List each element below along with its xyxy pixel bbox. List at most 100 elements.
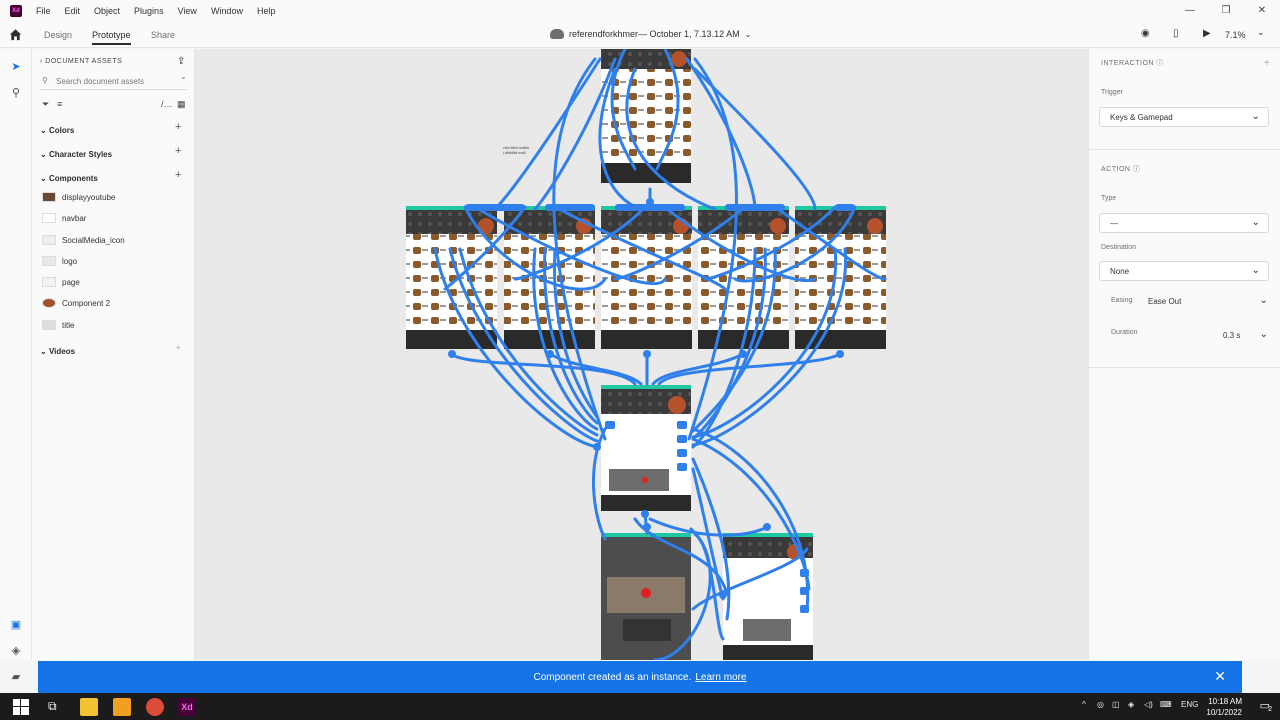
adobe-xd-icon[interactable]: Xd <box>178 698 196 716</box>
windows-start-icon[interactable] <box>13 699 29 715</box>
file-explorer-icon[interactable] <box>80 698 98 716</box>
menu-view[interactable]: View <box>178 6 197 16</box>
chevron-down-icon: ⌄ <box>1259 329 1268 340</box>
canvas-note: Ldfdfdffdl nsdll <box>503 151 526 155</box>
list-view-icon[interactable]: /… <box>161 99 173 109</box>
task-view-icon[interactable]: ⧉ <box>48 699 57 714</box>
language-indicator[interactable]: ENG <box>1181 700 1198 709</box>
chevron-down-icon: ⌄ <box>1251 111 1260 122</box>
divider <box>1089 149 1280 150</box>
trigger-label: Trigger <box>1101 89 1123 96</box>
minimize-button[interactable]: — <box>1172 0 1208 22</box>
duration-select[interactable]: 0.3 s ⌄ <box>1223 329 1268 340</box>
add-component-icon[interactable]: + <box>175 169 181 181</box>
destination-label: Destination <box>1101 244 1137 251</box>
component-thumbnail <box>42 192 56 202</box>
select-tool-icon[interactable]: ➤ <box>9 59 23 73</box>
left-tool-rail: ➤ ⚲ ▣ ◈ ▰ <box>0 49 32 683</box>
menu-edit[interactable]: Edit <box>65 6 81 16</box>
component-item[interactable]: displayyoutube <box>42 190 115 204</box>
zoom-level[interactable]: 7.1% <box>1225 30 1246 40</box>
filter-icon[interactable]: ⏷ <box>42 99 49 110</box>
menu-plugins[interactable]: Plugins <box>134 6 164 16</box>
type-select[interactable]: — ⌄ <box>1099 213 1269 233</box>
artboard[interactable] <box>601 206 692 349</box>
menu-file[interactable]: File <box>36 6 51 16</box>
assets-panel-icon[interactable]: ▣ <box>9 617 23 631</box>
component-thumbnail <box>42 256 56 266</box>
window-controls: — ❐ ✕ <box>1172 0 1280 22</box>
destination-select[interactable]: None ⌄ <box>1099 261 1269 281</box>
keyboard-icon[interactable]: ⌨ <box>1160 700 1172 709</box>
component-thumbnail <box>42 320 56 330</box>
close-window-button[interactable]: ✕ <box>1244 0 1280 22</box>
volume-icon[interactable]: ◁) <box>1144 700 1153 709</box>
chevron-down-icon: ⌄ <box>1251 265 1260 276</box>
network-icon[interactable]: ◈ <box>1128 700 1134 709</box>
windows-taskbar: ⧉ Xd ^ ◎ ◫ ◈ ◁) ⌨ ENG 10:18 AM 10/1/2022… <box>0 693 1280 720</box>
sort-icon[interactable]: ≡ <box>57 99 62 109</box>
easing-select[interactable]: Ease Out ⌄ <box>1148 295 1268 306</box>
toast-message: Component created as an instance. <box>533 671 692 683</box>
add-video-icon[interactable]: + <box>175 342 181 354</box>
document-title-dropdown[interactable]: referendforkhmer— October 1, 7.13.12 AM … <box>550 29 751 39</box>
notification-count: 2 <box>1268 706 1272 713</box>
close-icon[interactable]: ✕ <box>1214 668 1226 685</box>
chevron-down-icon: ⌄ <box>1259 295 1268 306</box>
component-item[interactable]: navbar <box>42 211 86 225</box>
section-character-styles[interactable]: ⌄ Character Styles <box>40 150 112 159</box>
search-input[interactable]: Search document assets <box>56 77 144 86</box>
clock-time: 10:18 AM <box>1208 697 1242 706</box>
clock-date: 10/1/2022 <box>1206 708 1242 717</box>
artboard[interactable] <box>601 385 691 511</box>
component-item[interactable]: SocialMedia_icon <box>42 233 125 247</box>
tray-icon[interactable]: ◫ <box>1112 700 1120 709</box>
section-videos[interactable]: ⌄ Videos <box>40 347 75 356</box>
zoom-chevron-icon[interactable]: ⌄ <box>1257 27 1265 38</box>
user-icon[interactable]: ◉ <box>1141 28 1150 39</box>
menu-object[interactable]: Object <box>94 6 120 16</box>
add-character-style-icon[interactable]: + <box>175 145 181 157</box>
tab-share[interactable]: Share <box>151 30 175 40</box>
restore-button[interactable]: ❐ <box>1208 0 1244 22</box>
search-chevron-icon[interactable]: ⌄ <box>180 72 187 81</box>
app-icon[interactable] <box>113 698 131 716</box>
menu-help[interactable]: Help <box>257 6 276 16</box>
component-item[interactable]: title <box>42 318 74 332</box>
chevron-down-icon: ⌄ <box>1251 217 1260 228</box>
artboard[interactable] <box>601 533 691 660</box>
zoom-tool-icon[interactable]: ⚲ <box>9 85 23 99</box>
tab-design[interactable]: Design <box>44 30 72 40</box>
back-chevron-icon[interactable]: ‹ <box>40 58 43 65</box>
search-assets[interactable]: ⚲ Search document assets ⌄ <box>40 72 187 90</box>
section-colors[interactable]: ⌄ Colors <box>40 126 74 135</box>
xd-app-icon: Xd <box>10 5 22 17</box>
tray-icon[interactable]: ◎ <box>1097 700 1104 709</box>
device-preview-icon[interactable]: ▯ <box>1173 28 1179 39</box>
component-item[interactable]: Component 2 <box>42 296 110 310</box>
add-interaction-icon[interactable]: + <box>1264 58 1270 69</box>
system-clock[interactable]: 10:18 AM 10/1/2022 <box>1206 696 1242 718</box>
component-item[interactable]: page <box>42 275 80 289</box>
type-label: Type <box>1101 195 1117 202</box>
prototype-canvas[interactable]: cfbd fdbd reddfdl Ldfdfdffdl nsdll <box>195 49 1088 660</box>
plugins-panel-icon[interactable]: ▰ <box>9 669 23 683</box>
tray-chevron-icon[interactable]: ^ <box>1082 700 1086 709</box>
grid-view-icon[interactable]: ▦ <box>177 99 186 110</box>
component-item[interactable]: logo <box>42 254 77 268</box>
chrome-icon[interactable] <box>146 698 164 716</box>
trigger-select[interactable]: Keys & Gamepad ⌄ <box>1099 107 1269 127</box>
add-color-icon[interactable]: + <box>175 121 181 133</box>
menu-window[interactable]: Window <box>211 6 243 16</box>
home-icon[interactable] <box>9 28 22 41</box>
learn-more-link[interactable]: Learn more <box>695 672 746 683</box>
cloud-icon <box>550 29 564 39</box>
document-assets-panel: ‹ DOCUMENT ASSETS ⇪ ⚲ Search document as… <box>32 49 195 660</box>
artboard[interactable] <box>795 206 886 349</box>
section-components[interactable]: ⌄ Components <box>40 174 98 183</box>
tab-prototype[interactable]: Prototype <box>92 30 131 45</box>
export-icon[interactable]: ⇪ <box>177 56 185 67</box>
play-icon[interactable]: ▶ <box>1203 28 1211 39</box>
layers-panel-icon[interactable]: ◈ <box>9 643 23 657</box>
document-title: referendforkhmer— October 1, 7.13.12 AM <box>569 29 740 39</box>
